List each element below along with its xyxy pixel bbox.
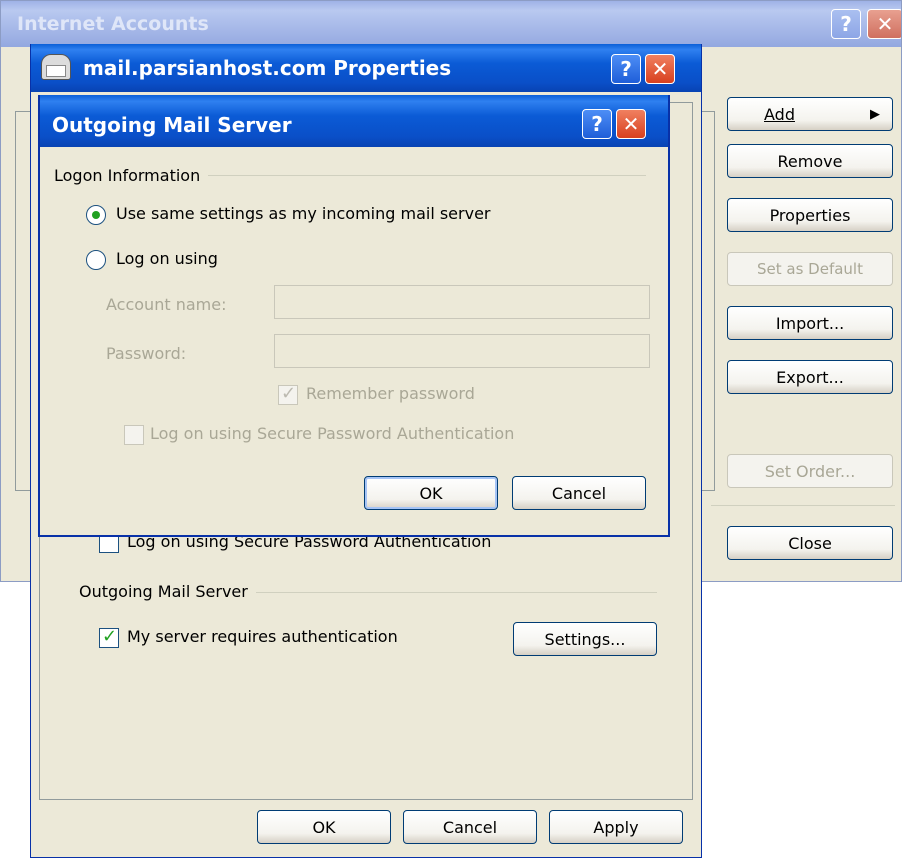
close-button[interactable]: Close <box>727 526 893 560</box>
requires-auth-checkbox[interactable] <box>99 626 119 648</box>
export-button[interactable]: Export... <box>727 360 893 394</box>
close-icon[interactable]: ✕ <box>616 109 646 139</box>
cancel-button[interactable]: Cancel <box>403 810 537 844</box>
internet-accounts-titlebar: Internet Accounts ? ✕ <box>1 1 901 47</box>
requires-auth-label: My server requires authentication <box>127 627 398 646</box>
remove-button[interactable]: Remove <box>727 144 893 178</box>
close-icon[interactable]: ✕ <box>867 9 901 39</box>
window-title: Internet Accounts <box>17 13 209 35</box>
set-order-label: Set Order... <box>764 461 856 481</box>
help-icon[interactable]: ? <box>831 9 861 39</box>
outgoing-title: Outgoing Mail Server <box>52 113 292 137</box>
account-name-label: Account name: <box>106 295 227 314</box>
set-as-default-button[interactable]: Set as Default <box>727 252 893 286</box>
settings-button-label: Settings... <box>544 629 626 649</box>
properties-button-label: Properties <box>769 205 851 225</box>
log-on-using-radio[interactable] <box>86 250 106 270</box>
remember-password-label: Remember password <box>306 384 475 403</box>
cancel-button-label: Cancel <box>551 483 607 503</box>
remember-password-checkbox[interactable] <box>278 383 298 405</box>
password-field[interactable] <box>274 334 650 368</box>
spa-label-disabled: Log on using Secure Password Authenticat… <box>150 424 515 443</box>
remove-button-label: Remove <box>777 151 843 171</box>
help-icon[interactable]: ? <box>582 109 612 139</box>
ok-button[interactable]: OK <box>364 476 498 510</box>
use-same-settings-label: Use same settings as my incoming mail se… <box>116 204 491 223</box>
apply-button-label: Apply <box>593 817 639 837</box>
password-label: Password: <box>106 344 187 363</box>
ok-button-label: OK <box>419 483 443 503</box>
outgoing-mail-server-dialog: Outgoing Mail Server ? ✕ Logon Informati… <box>38 95 670 537</box>
close-icon[interactable]: ✕ <box>645 54 675 84</box>
help-icon[interactable]: ? <box>611 54 641 84</box>
logon-group-label: Logon Information <box>54 166 209 185</box>
outgoing-group-label: Outgoing Mail Server <box>79 582 256 601</box>
cancel-button[interactable]: Cancel <box>512 476 646 510</box>
add-button[interactable]: Add ▶ <box>727 97 893 131</box>
add-button-label: Add <box>764 104 795 124</box>
divider <box>711 505 895 506</box>
settings-button[interactable]: Settings... <box>513 622 657 656</box>
spa-checkbox-disabled[interactable] <box>124 425 144 445</box>
ok-button-label: OK <box>312 817 336 837</box>
properties-button[interactable]: Properties <box>727 198 893 232</box>
close-button-label: Close <box>788 533 832 553</box>
properties-title: mail.parsianhost.com Properties <box>83 56 452 80</box>
ok-button[interactable]: OK <box>257 810 391 844</box>
apply-button[interactable]: Apply <box>549 810 683 844</box>
triangle-right-icon: ▶ <box>870 106 880 122</box>
properties-titlebar: mail.parsianhost.com Properties ? ✕ <box>31 44 701 92</box>
cancel-button-label: Cancel <box>442 817 498 837</box>
set-order-button[interactable]: Set Order... <box>727 454 893 488</box>
mail-account-icon <box>41 54 71 80</box>
outgoing-titlebar: Outgoing Mail Server ? ✕ <box>40 95 668 147</box>
use-same-settings-radio[interactable] <box>86 205 106 225</box>
log-on-using-label: Log on using <box>116 249 218 268</box>
import-button[interactable]: Import... <box>727 306 893 340</box>
set-as-default-label: Set as Default <box>757 260 863 278</box>
account-name-field[interactable] <box>274 285 650 319</box>
import-button-label: Import... <box>775 313 845 333</box>
export-button-label: Export... <box>776 367 844 387</box>
